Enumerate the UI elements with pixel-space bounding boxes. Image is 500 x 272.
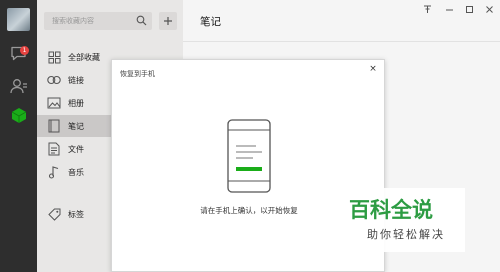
note-icon [46, 118, 62, 134]
sidebar-item-label: 笔记 [68, 121, 84, 131]
sidebar-item-label: 链接 [68, 75, 84, 85]
maximize-button[interactable] [462, 3, 476, 15]
close-icon [485, 5, 493, 13]
search-input[interactable]: 搜索收藏内容 [52, 16, 94, 26]
grid-icon [46, 49, 62, 65]
music-icon [46, 164, 62, 180]
pin-icon[interactable] [420, 3, 434, 15]
tag-icon [46, 206, 62, 222]
search-icon[interactable] [136, 15, 147, 28]
watermark-sub-text: 助你轻松解决 [367, 228, 445, 241]
phone-icon [227, 119, 271, 195]
dialog-close-button[interactable]: × [368, 64, 378, 74]
avatar[interactable] [7, 8, 30, 31]
favorites-icon[interactable] [9, 106, 28, 125]
sidebar-item-label: 全部收藏 [68, 52, 100, 62]
page-title: 笔记 [200, 16, 221, 28]
file-icon [46, 141, 62, 157]
watermark-main-text: 百科全说 [349, 198, 433, 222]
minimize-icon [445, 9, 453, 10]
image-icon [46, 95, 62, 111]
watermark-logo: 百科全说 助你轻松解决 [343, 188, 465, 252]
left-nav-rail: 1 [0, 0, 37, 272]
sidebar-item-label: 文件 [68, 144, 84, 154]
unread-badge: 1 [20, 46, 29, 55]
link-icon [46, 72, 62, 88]
sidebar-item-label: 音乐 [68, 167, 84, 177]
search-box[interactable]: 搜索收藏内容 [44, 12, 152, 30]
sidebar-item-label: 标签 [68, 209, 84, 219]
dialog-title: 恢复到手机 [120, 70, 155, 78]
close-button[interactable] [482, 3, 496, 15]
minimize-button[interactable] [442, 3, 456, 15]
add-button[interactable] [159, 12, 177, 30]
maximize-icon [465, 5, 473, 13]
contacts-icon[interactable] [9, 76, 28, 95]
sidebar-item-label: 相册 [68, 98, 84, 108]
header-divider [183, 41, 500, 42]
plus-icon [164, 17, 172, 25]
